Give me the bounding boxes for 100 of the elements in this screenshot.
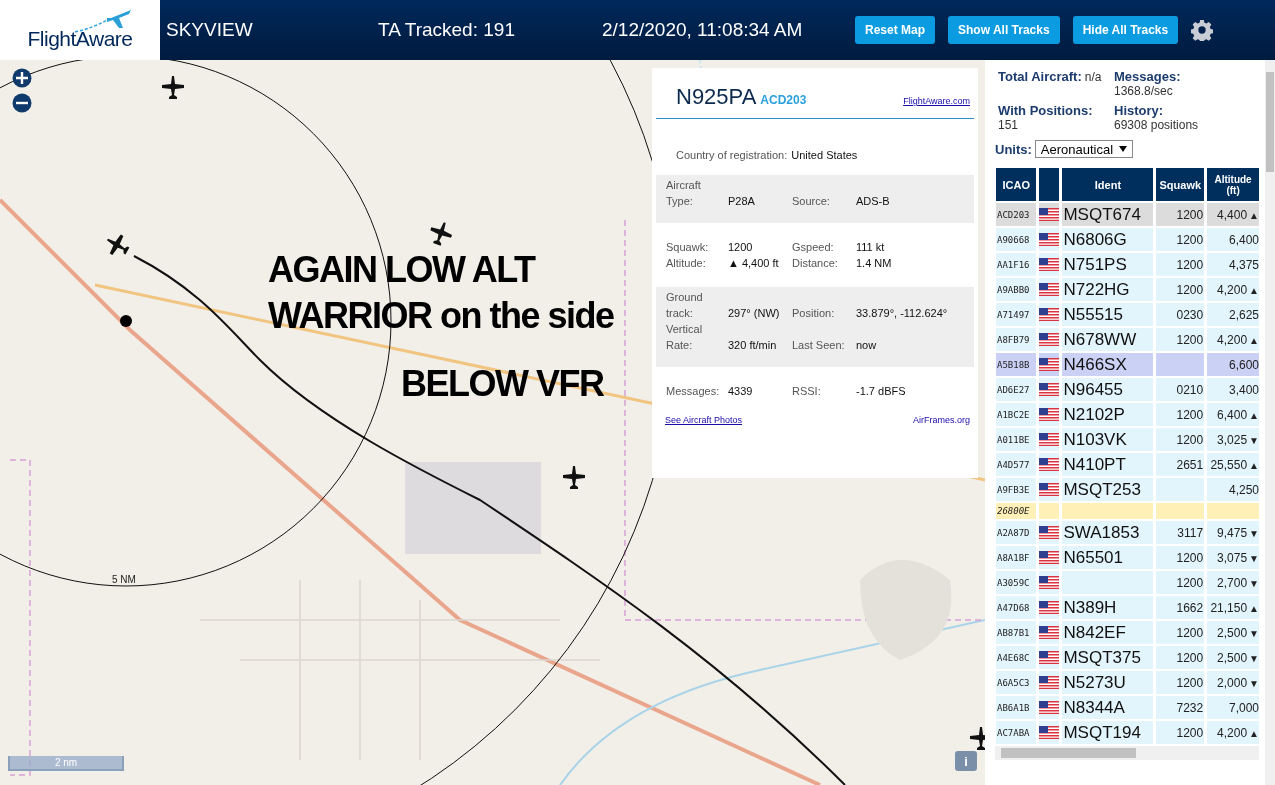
table-cell-text: 1200	[1175, 574, 1205, 592]
airplane-icon[interactable]	[160, 74, 186, 100]
table-cell-text: A47D68	[996, 601, 1031, 615]
table-row[interactable]: A011BE N103VK 1200 3,025 ▼	[996, 428, 1259, 451]
table-row[interactable]: A2A87D SWA1853 3117 9,475 ▼	[996, 521, 1259, 544]
table-cell-text: 0210	[1175, 381, 1205, 399]
table-cell-text: 9,475 ▼	[1216, 524, 1259, 542]
table-cell-text: 2,500 ▼	[1216, 624, 1259, 642]
column-header[interactable]: ICAO	[996, 168, 1037, 201]
table-row[interactable]: A90668 N6806G 1200 6,400	[996, 228, 1259, 251]
table-cell-text: 6,400	[1227, 231, 1259, 249]
table-cell-text: A011BE	[996, 433, 1031, 447]
logo-text: FlightAware	[27, 27, 133, 51]
icao-code: ACD203	[760, 93, 807, 107]
table-row[interactable]: A4D577 N410PT 2651 25,550 ▲	[996, 453, 1259, 476]
airplane-icon[interactable]	[104, 232, 130, 258]
table-cell-text: 4,250	[1227, 481, 1259, 499]
table-cell-text: A9FB3E	[996, 483, 1031, 497]
table-cell-text: MSQT253	[1062, 478, 1142, 501]
table-cell-text: AC7ABA	[996, 726, 1031, 740]
units-label: Units:	[995, 141, 1032, 157]
table-row[interactable]: A9ABB0 N722HG 1200 4,200 ▲	[996, 278, 1259, 301]
field-value: 297° (NW)	[728, 306, 781, 321]
settings-icon[interactable]	[1191, 19, 1214, 41]
field-value: 4339	[728, 384, 754, 399]
column-header[interactable]: Ident	[1062, 168, 1154, 201]
units-dropdown[interactable]: Aeronautical	[1034, 140, 1134, 158]
column-header[interactable]: Squawk	[1156, 168, 1205, 201]
table-cell-text: N55515	[1062, 303, 1124, 326]
table-row[interactable]: AD6E27 N96455 0210 3,400	[996, 378, 1259, 401]
zoom-out-icon[interactable]	[12, 93, 32, 113]
table-cell-text: 1200	[1175, 331, 1205, 349]
app-title: SKYVIEW	[166, 19, 254, 41]
website-link[interactable]: FlightAware.com	[903, 96, 970, 106]
stat-label: Total Aircraft:	[998, 69, 1082, 84]
tracked-count: TA Tracked: 191	[378, 19, 516, 41]
table-row[interactable]: A1BC2E N2102P 1200 6,400 ▲	[996, 403, 1259, 426]
table-cell-text: N842EF	[1062, 621, 1127, 644]
table-cell-text: N389H	[1062, 596, 1118, 619]
stat-label: Messages:	[1114, 69, 1181, 84]
table-row[interactable]: 26800E	[996, 503, 1259, 519]
field-label: Squawk:	[666, 240, 710, 255]
table-cell-text: N466SX	[1062, 353, 1128, 376]
table-row[interactable]: AB6A1B N8344A 7232 7,000	[996, 696, 1259, 719]
photos-link[interactable]: See Aircraft Photos	[665, 415, 743, 425]
table-cell-text: 1200	[1175, 549, 1205, 567]
field-value: -1.7 dBFS	[856, 384, 907, 399]
airframes-link[interactable]: AirFrames.org	[913, 415, 970, 425]
table-cell-text: ACD203	[996, 208, 1031, 222]
field-label: Vertical Rate:	[666, 322, 704, 353]
date-time: 2/12/2020, 11:08:34 AM	[602, 19, 804, 41]
table-cell-text: AA1F16	[996, 258, 1031, 272]
vertical-scrollbar[interactable]	[1265, 60, 1275, 785]
table-cell-text: 1200	[1175, 256, 1205, 274]
table-row[interactable]: A71497 N55515 0230 2,625	[996, 303, 1259, 326]
caret-icon	[1119, 146, 1128, 152]
table-cell-text: N410PT	[1062, 453, 1127, 476]
table-cell-text: 1200	[1175, 206, 1205, 224]
airplane-icon[interactable]	[561, 464, 587, 490]
table-row[interactable]: A5B18B N466SX 6,600	[996, 353, 1259, 376]
table-cell-text: A9ABB0	[996, 283, 1031, 297]
field-value: P28A	[728, 194, 756, 209]
table-row[interactable]: AC7ABA MSQT194 1200 4,200 ▲	[996, 721, 1259, 744]
table-cell-text: 1200	[1175, 649, 1205, 667]
table-cell-text: MSQT674	[1062, 203, 1142, 226]
table-cell-text: 4,200 ▲	[1216, 724, 1259, 742]
field-value: 320 ft/min	[728, 338, 778, 353]
table-cell-text: 1200	[1175, 724, 1205, 742]
table-row[interactable]: A9FB3E MSQT253 4,250	[996, 478, 1259, 501]
table-row[interactable]: AB87B1 N842EF 1200 2,500 ▼	[996, 621, 1259, 644]
table-cell-text: A2A87D	[996, 526, 1031, 540]
stat-value: 69308 positions	[1114, 118, 1199, 132]
table-cell-text: 1200	[1175, 231, 1205, 249]
table-row[interactable]: ACD203 MSQT674 1200 4,400 ▲	[996, 203, 1259, 226]
stat-value: n/a	[1084, 70, 1102, 84]
horizontal-scrollbar[interactable]	[995, 746, 1259, 760]
table-cell-text: MSQT194	[1062, 721, 1142, 744]
table-row[interactable]: A8A1BF N65501 1200 3,075 ▼	[996, 546, 1259, 569]
table-row[interactable]: AA1F16 N751PS 1200 4,375	[996, 253, 1259, 276]
table-cell-text: N103VK	[1062, 428, 1128, 451]
table-row[interactable]: A3059C 1200 2,700 ▼	[996, 571, 1259, 594]
table-cell-text: 2,700 ▼	[1216, 574, 1259, 592]
table-row[interactable]: A8FB79 N678WW 1200 4,200 ▲	[996, 328, 1259, 351]
airplane-icon[interactable]	[428, 220, 454, 246]
zoom-in-icon[interactable]	[12, 68, 32, 88]
table-cell-text: AB87B1	[996, 626, 1031, 640]
field-label: Distance:	[792, 256, 839, 271]
table-cell-text: 7232	[1175, 699, 1205, 717]
table-cell-text: A8A1BF	[996, 551, 1031, 565]
table-row[interactable]: A47D68 N389H 1662 21,150 ▲	[996, 596, 1259, 619]
table-cell-text: 2,500 ▼	[1216, 649, 1259, 667]
field-value: United States	[791, 149, 858, 161]
table-row[interactable]: A4E68C MSQT375 1200 2,500 ▼	[996, 646, 1259, 669]
field-value: 1.4 NM	[856, 256, 893, 271]
column-header[interactable]: Altitude (ft)	[1207, 168, 1259, 201]
field-label: Position:	[792, 306, 836, 321]
table-row[interactable]: A6A5C3 N5273U 1200 2,000 ▼	[996, 671, 1259, 694]
field-label: Last Seen:	[792, 338, 846, 353]
annotation-text: BELOW VFR	[401, 366, 604, 402]
table-cell-text: A4E68C	[996, 651, 1031, 665]
